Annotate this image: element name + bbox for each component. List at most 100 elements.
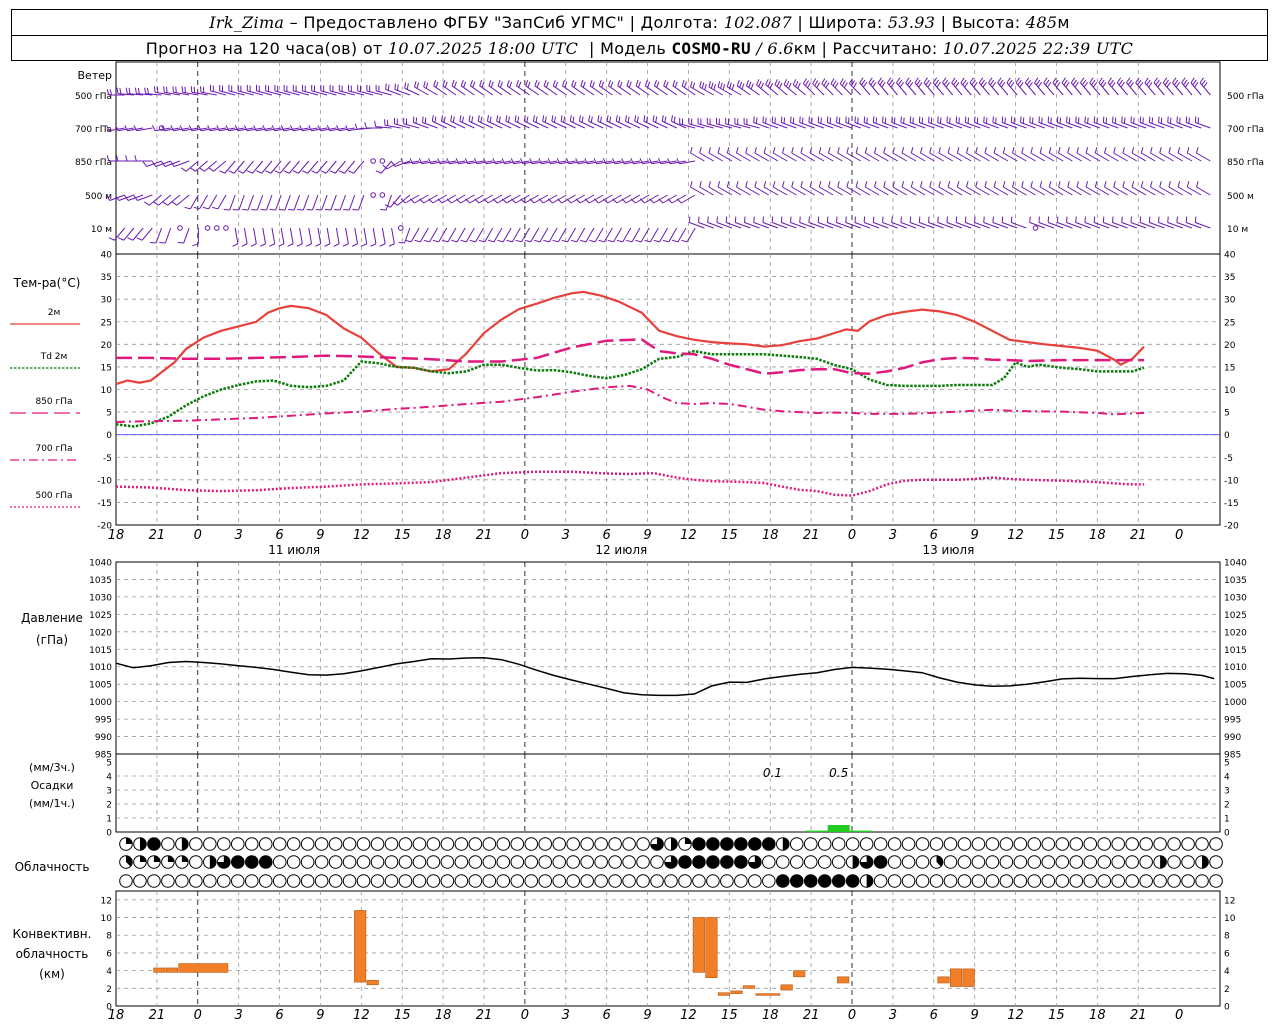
- convective-ytick-left: 2: [106, 985, 112, 995]
- wind-barb-flag: [846, 147, 849, 154]
- wind-barb-flag: [1113, 147, 1116, 154]
- cloud-cover-circle: [147, 855, 161, 869]
- wind-barb-flag: [982, 81, 987, 88]
- wind-barb-flag: [532, 115, 535, 122]
- wind-barb-flag: [1063, 79, 1068, 86]
- wind-barb-flag: [259, 243, 266, 247]
- time-tick-label: 6: [275, 1008, 283, 1023]
- wind-barb-flag: [958, 117, 960, 124]
- cloud-cover-circle: [971, 855, 986, 869]
- time-tick-label: 15: [394, 528, 411, 543]
- pressure-ytick-left: 1025: [89, 611, 112, 621]
- cloud-circle-outline: [873, 874, 888, 888]
- wind-barb-flag: [422, 116, 424, 123]
- day-label: 13 июля: [922, 543, 974, 557]
- wind-barb-flag: [582, 81, 586, 88]
- wind-barb-flag: [744, 216, 746, 223]
- cloud-cover-circle: [664, 874, 678, 888]
- wind-barb-flag: [497, 80, 501, 86]
- wind-barb-flag: [688, 216, 691, 223]
- temperature-ytick-left: -10: [97, 476, 112, 486]
- wind-barb-shaft: [465, 227, 475, 243]
- cloud-cover-circle: [230, 837, 245, 851]
- pressure-ytick-right: 1000: [1224, 698, 1247, 708]
- wind-barb-flag: [1039, 181, 1043, 188]
- wind-barb-flag: [1067, 181, 1070, 188]
- temperature-ytick-right: 40: [1224, 251, 1236, 261]
- wind-barb-flag: [985, 117, 988, 124]
- cloud-cover-circle: [929, 874, 944, 888]
- cloud-circle-outline: [1195, 874, 1209, 888]
- wind-barb-flag: [710, 82, 714, 89]
- wind-barb-flag: [499, 81, 503, 88]
- wind-barb-flag: [190, 167, 196, 172]
- wind-level-left: 850 гПа: [75, 158, 112, 168]
- wind-barb-shaft: [521, 227, 530, 243]
- wind-barb-flag: [118, 237, 124, 241]
- wind-barb-flag: [1031, 117, 1034, 124]
- precip-bar: [827, 825, 850, 832]
- wind-barb-flag: [1126, 77, 1131, 84]
- wind-barb-flag: [569, 115, 572, 122]
- time-tick-label: 0: [521, 1008, 529, 1023]
- precipitation-ytick-left: 2: [106, 801, 112, 811]
- wind-barb-flag: [1046, 81, 1052, 88]
- wind-barb-flag: [223, 209, 230, 211]
- wind-barb-shaft: [141, 227, 153, 241]
- wind-barb-flag: [1190, 77, 1195, 84]
- cloud-cover-circle: [272, 874, 287, 888]
- wind-barb-flag: [387, 84, 390, 91]
- cloud-circle-fill: [167, 855, 175, 862]
- cloud-cover-circle: [678, 837, 692, 851]
- convective-bar: [705, 917, 718, 978]
- wind-barb-flag: [923, 77, 928, 84]
- temperature-ytick-left: -15: [97, 499, 112, 509]
- wind-barb-flag: [278, 243, 285, 247]
- wind-barb-flag: [975, 147, 978, 154]
- wind-barb-flag: [1056, 216, 1059, 223]
- time-axis-middle: 18 21 0 3 6 9 12 15 18 21 0 3 6 9 12 15 18 21 0 3 6 9 12 15 18 21…: [108, 528, 1184, 557]
- wind-barb-flag: [1129, 81, 1135, 88]
- cloud-circle-outline: [1027, 837, 1042, 851]
- wind-barb-flag: [829, 117, 832, 124]
- wind-barb-flag: [816, 82, 821, 89]
- cloud-circle-outline: [887, 837, 902, 851]
- wind-barb-flag: [1104, 147, 1107, 154]
- convective-ylabel-3: (км): [39, 967, 65, 981]
- time-tick-label: 0: [1175, 1008, 1183, 1023]
- wind-barb-flag: [652, 115, 655, 122]
- wind-barb-flag: [125, 87, 128, 94]
- legend-label: 2м: [48, 308, 61, 318]
- cloud-circle-outline: [594, 837, 608, 851]
- wind-barb-flag: [729, 82, 732, 89]
- cloud-cover-circle: [1125, 837, 1139, 851]
- cloud-cover-circle: [887, 855, 902, 869]
- wind-barb-flag: [769, 82, 774, 89]
- wind-barb-flag: [713, 83, 716, 91]
- convective-ytick-left: 8: [106, 932, 112, 942]
- wind-barb-flag: [1111, 81, 1116, 88]
- wind-barb-flag: [278, 209, 285, 211]
- wind-barb-flag: [1091, 79, 1096, 86]
- cloud-cover-circle: [943, 855, 958, 869]
- wind-barb-flag: [875, 117, 878, 124]
- wind-barb-flag: [1019, 81, 1024, 88]
- convective-ytick-right: 8: [1224, 932, 1230, 942]
- cloud-circle-outline: [342, 874, 357, 888]
- cloud-circle-outline: [189, 837, 203, 851]
- wind-barb-shaft: [321, 194, 328, 211]
- wind-barb-flag: [338, 170, 345, 174]
- wind-barb-flag: [598, 239, 605, 243]
- cloud-circle-outline: [552, 874, 567, 888]
- wind-barb-flag: [921, 117, 924, 124]
- cloud-cover-circle: [230, 874, 245, 888]
- cloud-circle-outline: [775, 855, 790, 869]
- wind-barb-flag: [199, 167, 205, 172]
- wind-barb-flag: [929, 181, 932, 188]
- time-tick-label: 12: [353, 528, 370, 543]
- cloud-cover-circle: [468, 855, 483, 869]
- wind-barb-flag: [946, 116, 948, 123]
- convective-bar: [949, 968, 963, 987]
- cloud-circle-outline: [1097, 874, 1112, 888]
- cloud-cover-circle: [1083, 874, 1098, 888]
